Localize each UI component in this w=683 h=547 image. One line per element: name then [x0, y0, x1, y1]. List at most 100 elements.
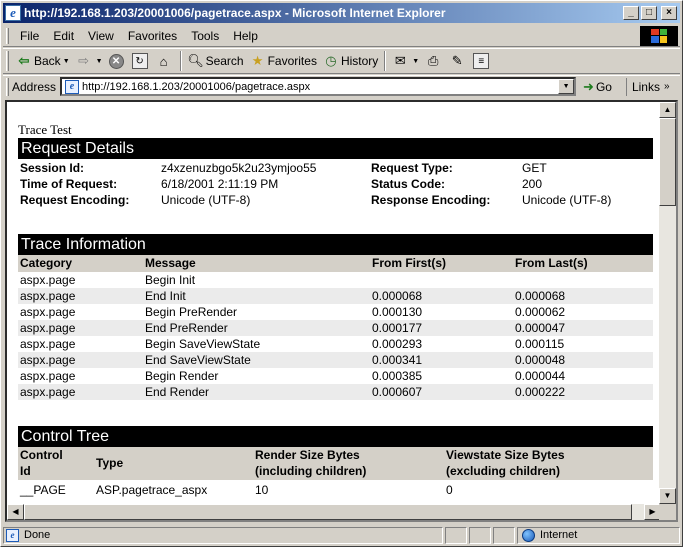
cell-render-size: 10: [255, 483, 269, 497]
history-icon: ◷: [325, 53, 337, 68]
scroll-left-icon[interactable]: ◀: [7, 504, 24, 520]
col-control-id-line1: Control: [20, 448, 63, 462]
links-button[interactable]: Links »: [625, 77, 670, 96]
discuss-button[interactable]: ≡: [470, 50, 494, 72]
address-url[interactable]: http://192.168.1.203/20001006/pagetrace.…: [82, 81, 558, 93]
print-button[interactable]: ⎙: [422, 50, 446, 72]
cell-category: aspx.page: [20, 305, 76, 319]
control-tree-table-header: Control Id Type Render Size Bytes (inclu…: [18, 447, 653, 480]
page-icon: e: [6, 528, 19, 542]
session-id-value: z4xzenuzbgo5k2u23ymjoo55: [161, 161, 317, 175]
back-label: Back: [34, 54, 61, 68]
print-icon: ⎙: [428, 53, 439, 68]
refresh-button[interactable]: ↻: [129, 50, 153, 72]
table-row: aspx.page Begin Render 0.000385 0.000044: [18, 368, 653, 384]
cell-message: End Init: [145, 289, 186, 303]
back-dropdown-icon[interactable]: ▼: [63, 58, 70, 65]
menu-file[interactable]: File: [13, 29, 46, 43]
table-row: aspx.page End Render 0.000607 0.000222: [18, 384, 653, 400]
close-button[interactable]: ×: [661, 6, 677, 20]
go-button[interactable]: ➜ Go: [583, 79, 612, 95]
cell-category: aspx.page: [20, 353, 76, 367]
table-row: aspx.page Begin Init: [18, 272, 653, 288]
trace-information-header: Trace Information: [18, 234, 653, 255]
cell-category: aspx.page: [20, 369, 76, 383]
table-row: aspx.page Begin PreRender 0.000130 0.000…: [18, 304, 653, 320]
mail-button[interactable]: ✉ ▼: [389, 50, 422, 72]
back-arrow-icon: ⇦: [18, 53, 30, 68]
cell-from-last: 0.000115: [515, 337, 565, 351]
cell-from-last: 0.000044: [515, 369, 566, 383]
horizontal-scrollbar[interactable]: ◀ ▶: [7, 504, 661, 520]
cell-message: Begin PreRender: [145, 305, 238, 319]
menu-edit[interactable]: Edit: [46, 29, 81, 43]
stop-button[interactable]: ✕: [106, 50, 129, 72]
vertical-scroll-thumb[interactable]: [659, 118, 676, 206]
history-label: History: [340, 54, 379, 68]
cell-from-first: 0.000068: [372, 289, 423, 303]
menu-help[interactable]: Help: [226, 29, 265, 43]
standard-toolbar: ⇦ Back ▼ ⇨ ▼ ✕ ↻ ⌂ 🔍︎ Search ★ Favorites…: [3, 48, 680, 74]
address-bar: Address e http://192.168.1.203/20001006/…: [3, 75, 680, 97]
cell-category: aspx.page: [20, 273, 76, 287]
col-viewstate-size-line1: Viewstate Size Bytes: [446, 448, 565, 462]
mail-dropdown-icon[interactable]: ▼: [412, 58, 419, 65]
address-field[interactable]: e http://192.168.1.203/20001006/pagetrac…: [60, 77, 577, 96]
mail-icon: ✉: [394, 53, 406, 68]
cell-from-last: 0.000062: [515, 305, 566, 319]
request-details-header: Request Details: [18, 138, 653, 159]
forward-button[interactable]: ⇨ ▼: [73, 50, 106, 72]
title-bar[interactable]: e http://192.168.1.203/20001006/pagetrac…: [3, 3, 680, 23]
horizontal-scroll-thumb[interactable]: [24, 504, 632, 520]
col-from-last: From Last(s): [515, 256, 588, 270]
favorites-button[interactable]: ★ Favorites: [247, 50, 320, 72]
browser-window: e http://192.168.1.203/20001006/pagetrac…: [0, 0, 683, 547]
menu-favorites[interactable]: Favorites: [121, 29, 184, 43]
address-label: Address: [12, 79, 57, 94]
cell-category: aspx.page: [20, 337, 76, 351]
cell-message: Begin SaveViewState: [145, 337, 261, 351]
refresh-icon: ↻: [131, 53, 148, 69]
cell-from-first: 0.000177: [372, 321, 423, 335]
col-type: Type: [96, 456, 124, 470]
menu-view[interactable]: View: [81, 29, 121, 43]
menu-tools[interactable]: Tools: [184, 29, 226, 43]
home-button[interactable]: ⌂: [153, 50, 177, 72]
scroll-down-icon[interactable]: ▼: [659, 488, 676, 504]
time-of-request-label: Time of Request:: [20, 177, 118, 191]
response-encoding-label: Response Encoding:: [371, 193, 491, 207]
forward-dropdown-icon[interactable]: ▼: [96, 58, 103, 65]
web-page: Trace Test Request Details Session Id: z…: [7, 102, 661, 504]
table-row: aspx.page End Init 0.000068 0.000068: [18, 288, 653, 304]
edit-button[interactable]: ✎: [446, 50, 470, 72]
scroll-up-icon[interactable]: ▲: [659, 102, 676, 118]
toolbar-grip[interactable]: [6, 51, 9, 71]
address-grip[interactable]: [6, 77, 9, 96]
minimize-button[interactable]: _: [623, 6, 639, 20]
address-dropdown-icon[interactable]: ▼: [558, 79, 575, 94]
vertical-scrollbar[interactable]: ▲ ▼: [659, 102, 676, 504]
status-main: e Done: [3, 526, 443, 544]
back-button[interactable]: ⇦ Back ▼: [13, 50, 73, 72]
status-bar: e Done Internet: [3, 526, 680, 544]
request-encoding-label: Request Encoding:: [20, 193, 130, 207]
maximize-button[interactable]: □: [641, 6, 657, 20]
history-button[interactable]: ◷ History: [320, 50, 381, 72]
toolbar-separator: [179, 51, 182, 71]
session-id-label: Session Id:: [20, 161, 85, 175]
status-panel: [445, 526, 467, 544]
time-of-request-value: 6/18/2001 2:11:19 PM: [161, 177, 279, 191]
col-control-id-line2: Id: [20, 464, 31, 478]
edit-icon: ✎: [451, 53, 463, 68]
security-zone: Internet: [517, 526, 680, 544]
page-icon: e: [65, 79, 80, 94]
window-title: http://192.168.1.203/20001006/pagetrace.…: [24, 6, 446, 20]
col-from-first: From First(s): [372, 256, 447, 270]
status-code-value: 200: [522, 177, 543, 191]
cell-from-first: 0.000607: [372, 385, 423, 399]
menu-grip[interactable]: [6, 27, 9, 44]
internet-zone-icon: [522, 528, 535, 542]
search-button[interactable]: 🔍︎ Search: [185, 50, 247, 72]
menu-bar: File Edit View Favorites Tools Help: [3, 25, 680, 47]
scrollbar-corner: [659, 504, 676, 520]
